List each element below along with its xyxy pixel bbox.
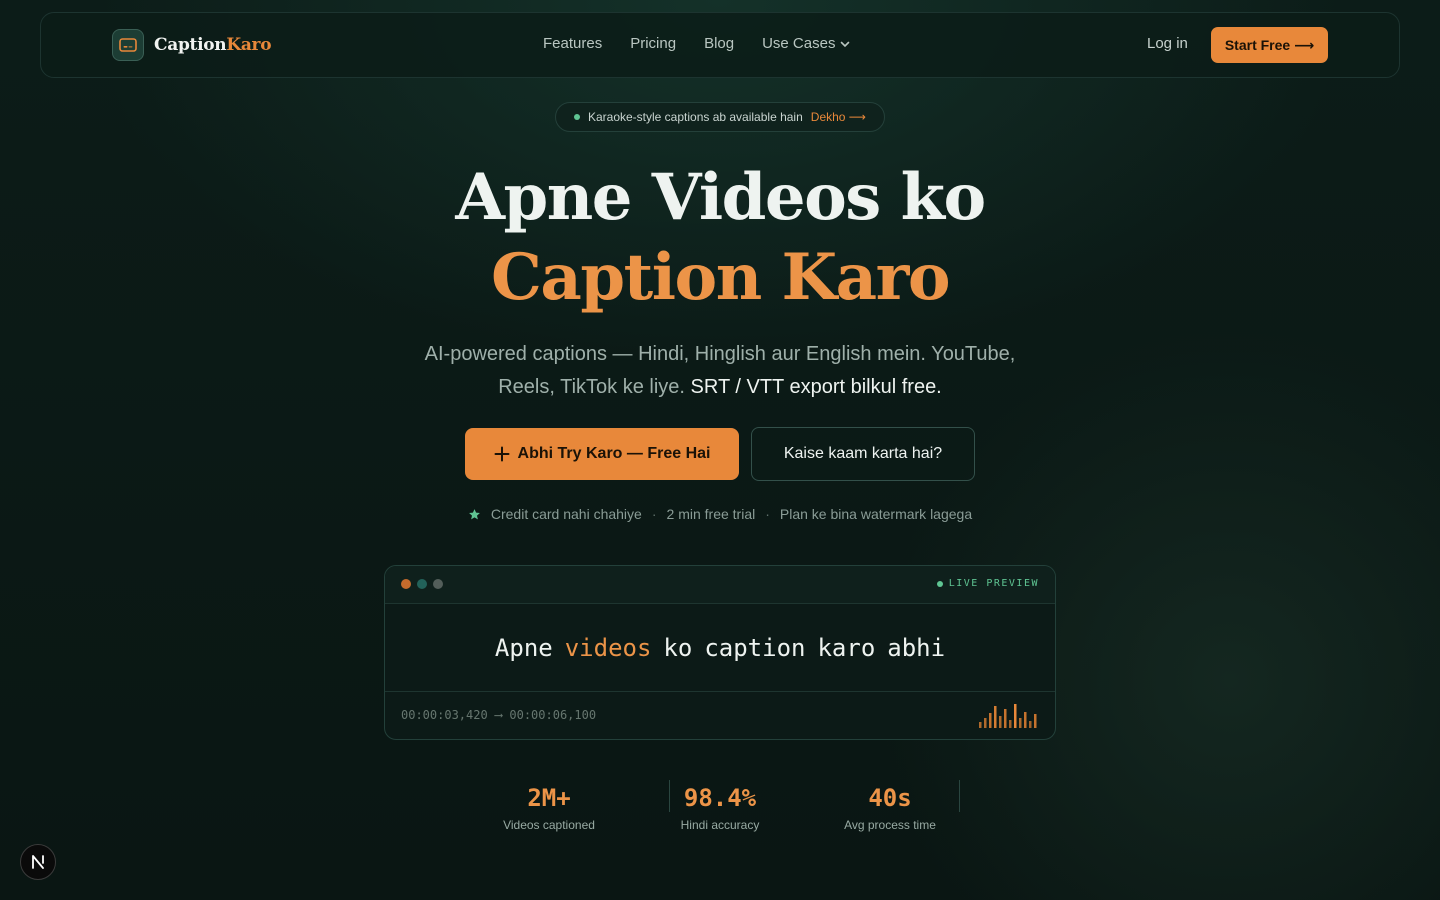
window-dot-gray [433, 579, 443, 589]
badge-link[interactable]: Dekho ⟶ [811, 110, 866, 124]
live-preview-card: LIVE PREVIEW Apne videos ko caption karo… [384, 565, 1056, 740]
caption-word: abhi [887, 633, 946, 662]
caption-icon [112, 29, 144, 61]
caption-word: caption [704, 633, 806, 662]
caption-text: Apne videos ko caption karo abhi [385, 604, 1055, 692]
stat-label: Avg process time [844, 818, 936, 832]
stat-value: 2M+ [527, 784, 571, 812]
stat-label: Hindi accuracy [680, 818, 760, 832]
caption-word-highlighted: videos [564, 633, 652, 662]
caption-word: karo [817, 633, 876, 662]
brand-name-first: Caption [154, 35, 227, 55]
how-it-works-button[interactable]: Kaise kaam karta hai? [751, 427, 975, 481]
top-navbar: CaptionKaro Features Pricing Blog Use Ca… [40, 12, 1400, 78]
nav-link-blog[interactable]: Blog [704, 35, 734, 52]
nav-link-pricing[interactable]: Pricing [630, 35, 676, 52]
stat-accuracy: 98.4% Hindi accuracy [660, 780, 780, 832]
timecode: 00:00:03,420 ⟶ 00:00:06,100 [401, 708, 597, 722]
live-preview-label: LIVE PREVIEW [936, 578, 1039, 589]
hero-meta: Credit card nahi chahiye · 2 min free tr… [0, 506, 1440, 522]
caption-word: ko [663, 633, 693, 662]
meta-item-1: Credit card nahi chahiye [490, 506, 642, 522]
star-icon [468, 508, 480, 519]
try-free-button[interactable]: Abhi Try Karo — Free Hai [465, 428, 739, 480]
hero-title-line1: Apne Videos ko [455, 160, 986, 235]
meta-separator: · [765, 506, 770, 522]
brand-name: CaptionKaro [154, 35, 272, 55]
stat-divider [959, 780, 960, 812]
try-free-label: Abhi Try Karo — Free Hai [517, 445, 711, 462]
login-link[interactable]: Log in [1147, 35, 1188, 52]
hero-subtitle-a: AI-powered captions — Hindi, Hinglish au… [424, 343, 1016, 365]
nextjs-icon[interactable] [20, 844, 56, 880]
status-dot [573, 114, 580, 120]
hero-title-line2: Caption Karo [490, 240, 951, 315]
waveform-icon [979, 704, 1037, 728]
meta-item-3: Plan ke bina watermark lagega [779, 506, 973, 522]
stat-value: 98.4% [683, 784, 757, 812]
nav-menu: Features Pricing Blog Use Cases [543, 35, 851, 52]
preview-footer: 00:00:03,420 ⟶ 00:00:06,100 [385, 692, 1055, 739]
stat-value: 40s [868, 784, 912, 812]
nav-link-features[interactable]: Features [543, 35, 602, 52]
stat-videos: 2M+ Videos captioned [489, 780, 609, 832]
plus-icon [494, 446, 510, 462]
stat-process-time: 40s Avg process time [830, 780, 950, 832]
window-dot-orange [401, 579, 411, 589]
badge-text: Karaoke-style captions ab available hain [587, 110, 803, 124]
announcement-badge[interactable]: Karaoke-style captions ab available hain… [555, 102, 885, 132]
start-free-button[interactable]: Start Free ⟶ [1211, 27, 1328, 63]
stat-label: Videos captioned [503, 818, 595, 832]
nav-link-use-cases[interactable]: Use Cases [762, 35, 851, 52]
hero-subtitle: AI-powered captions — Hindi, Hinglish au… [0, 338, 1440, 404]
window-dots [401, 579, 443, 589]
live-dot [936, 580, 943, 587]
nav-link-use-cases-label: Use Cases [762, 35, 836, 52]
brand-name-second: Karo [226, 35, 272, 55]
preview-header: LIVE PREVIEW [385, 566, 1055, 604]
hero-subtitle-c: SRT / VTT export bilkul free. [690, 376, 942, 398]
meta-item-2: 2 min free trial [666, 506, 756, 522]
brand-logo[interactable]: CaptionKaro [112, 29, 272, 61]
hero-subtitle-b: Reels, TikTok ke liye. [498, 376, 685, 398]
live-preview-text: LIVE PREVIEW [948, 578, 1039, 589]
chevron-down-icon [841, 41, 850, 47]
meta-separator: · [651, 506, 657, 522]
window-dot-teal [417, 579, 427, 589]
caption-word: Apne [494, 633, 553, 662]
